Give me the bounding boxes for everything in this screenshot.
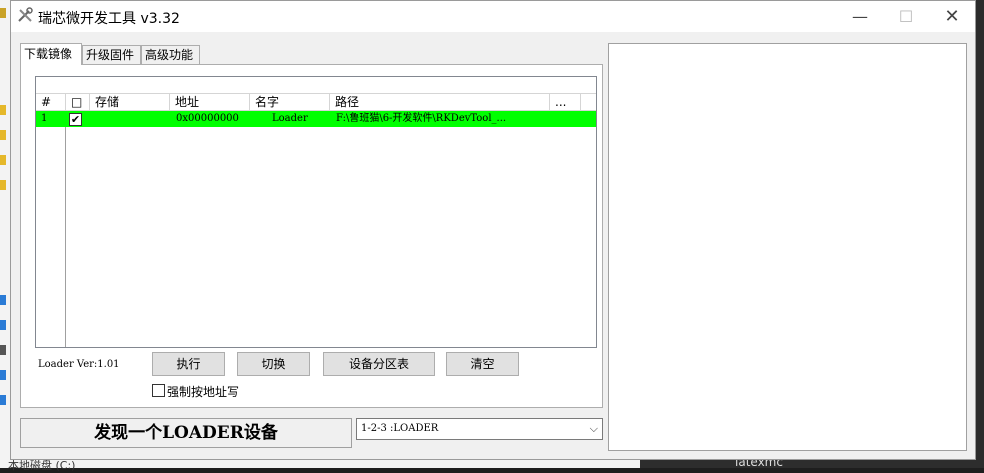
window-title: 瑞芯微开发工具 v3.32 xyxy=(38,11,180,27)
folder-icon xyxy=(0,8,6,18)
force-address-write-label: 强制按地址写 xyxy=(167,385,240,399)
switch-button[interactable]: 切换 xyxy=(237,352,310,376)
row-storage xyxy=(90,111,170,127)
drive-icon xyxy=(0,345,6,355)
drive-icon xyxy=(0,320,6,330)
rkdevtool-window: 瑞芯微开发工具 v3.32 — ☐ ✕ 下载镜像 升级固件 高级功能 # □ 存… xyxy=(10,0,976,460)
tools-icon xyxy=(18,7,33,22)
row-name: Loader xyxy=(272,113,308,124)
folder-icon xyxy=(0,105,6,115)
column-divider xyxy=(65,127,66,347)
header-address[interactable]: 地址 xyxy=(170,94,250,110)
header-index[interactable]: # xyxy=(36,94,66,110)
drive-icon xyxy=(0,395,6,405)
drive-icon xyxy=(0,370,6,380)
drive-icon xyxy=(0,295,6,305)
tab-advanced[interactable]: 高级功能 xyxy=(141,45,200,64)
header-storage[interactable]: 存储 xyxy=(90,94,170,110)
list-top-strip xyxy=(36,77,596,94)
folder-icon xyxy=(0,180,6,190)
header-more[interactable]: ... xyxy=(550,94,581,110)
background-explorer-strip: 本地磁盘 (C:) xyxy=(0,459,640,472)
device-select[interactable]: 1-2-3 :LOADER ⌵ xyxy=(356,418,603,440)
checkbox-box[interactable] xyxy=(152,384,165,397)
execute-button[interactable]: 执行 xyxy=(152,352,225,376)
tab-download-image[interactable]: 下载镜像 xyxy=(20,43,82,65)
list-header: # □ 存储 地址 名字 路径 ... xyxy=(36,94,596,111)
header-name[interactable]: 名字 xyxy=(250,94,330,110)
row-index: 1 xyxy=(41,113,48,124)
chevron-down-icon[interactable]: ⌵ xyxy=(590,419,598,439)
background-window-edge-right xyxy=(976,0,984,468)
download-image-panel: # □ 存储 地址 名字 路径 ... 1 ✔ 0x00000000 Loade… xyxy=(20,64,603,408)
clear-button[interactable]: 清空 xyxy=(446,352,519,376)
partition-table-button[interactable]: 设备分区表 xyxy=(323,352,435,376)
tab-upgrade-firmware[interactable]: 升级固件 xyxy=(82,45,141,64)
folder-icon xyxy=(0,155,6,165)
row-path[interactable]: F:\鲁班猫\6-开发软件\RKDevTool_... xyxy=(336,111,550,127)
image-list[interactable]: # □ 存储 地址 名字 路径 ... 1 ✔ 0x00000000 Loade… xyxy=(35,76,597,348)
minimize-button[interactable]: — xyxy=(837,1,883,32)
row-checkbox[interactable]: ✔ xyxy=(69,113,82,126)
device-select-value: 1-2-3 :LOADER xyxy=(361,423,439,434)
device-status: 发现一个LOADER设备 xyxy=(20,418,352,448)
loader-version: Loader Ver:1.01 xyxy=(38,359,120,370)
folder-icon xyxy=(0,130,6,140)
row-address: 0x00000000 xyxy=(176,113,239,124)
force-address-write-checkbox[interactable]: 强制按地址写 xyxy=(152,383,239,400)
background-window-edge xyxy=(0,0,10,468)
log-output-panel[interactable] xyxy=(608,43,967,451)
close-button[interactable]: ✕ xyxy=(929,1,975,32)
title-bar[interactable]: 瑞芯微开发工具 v3.32 — ☐ ✕ xyxy=(11,1,975,32)
background-dark-strip: latexmc xyxy=(640,455,984,469)
header-path[interactable]: 路径 xyxy=(330,94,550,110)
maximize-button[interactable]: ☐ xyxy=(883,1,929,32)
header-check[interactable]: □ xyxy=(66,94,90,110)
table-row[interactable]: 1 ✔ 0x00000000 Loader F:\鲁班猫\6-开发软件\RKDe… xyxy=(36,111,596,127)
